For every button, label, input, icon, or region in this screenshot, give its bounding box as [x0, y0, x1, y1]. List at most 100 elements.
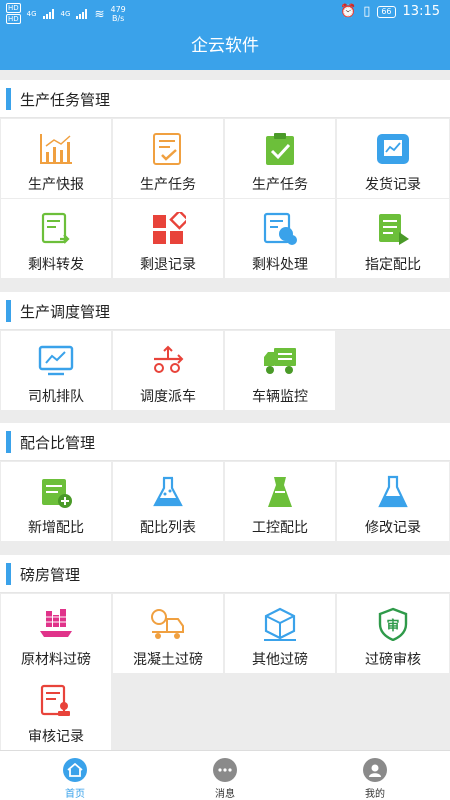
tile-audit-record[interactable]: 审核记录 [1, 671, 111, 750]
alarm-icon: ⏰ [340, 4, 357, 19]
section-title: 磅房管理 [20, 566, 81, 584]
dispatch-icon [154, 345, 184, 373]
tile-label: 生产快报 [28, 177, 84, 193]
battery-indicator: 66 [377, 5, 396, 18]
truck-icon [264, 348, 296, 374]
tile-assign-ratio[interactable]: 指定配比 [337, 199, 449, 278]
tile-concrete-weigh[interactable]: 混凝土过磅 [113, 594, 223, 673]
bar-chart-icon [40, 134, 72, 164]
section-header: 磅房管理 [0, 555, 450, 593]
tile-other-weigh[interactable]: 其他过磅 [225, 594, 335, 673]
svg-text:审: 审 [386, 618, 399, 634]
network-hd-bottom: HD [6, 14, 21, 24]
section-dispatch: 生产调度管理 司机排队 调度派车 车辆监控 [0, 292, 450, 411]
audit-record-icon [40, 684, 70, 716]
tile-production-task-2[interactable]: 生产任务 [225, 119, 335, 198]
add-ratio-icon [42, 479, 72, 508]
tile-dispatch-vehicle[interactable]: 调度派车 [113, 331, 223, 410]
tile-label: 生产任务 [252, 177, 308, 193]
app-title-bar: 企云软件 [0, 26, 450, 70]
tile-ratio-list[interactable]: 配比列表 [113, 462, 223, 541]
nav-profile[interactable]: 我的 [300, 751, 450, 800]
network-speed: 479 B/s [110, 5, 126, 23]
signal-icon-2 [76, 9, 88, 19]
tile-modify-record[interactable]: 修改记录 [337, 462, 449, 541]
section-accent-bar [6, 300, 11, 322]
tile-label: 车辆监控 [252, 389, 308, 405]
section-title: 生产任务管理 [20, 91, 111, 109]
tile-production-task[interactable]: 生产任务 [113, 119, 223, 198]
tile-label: 混凝土过磅 [133, 652, 203, 668]
section-ratio: 配合比管理 新增配比 配比列表 工控配比 修改记录 [0, 423, 450, 542]
task-list-icon [153, 133, 181, 165]
tile-add-ratio[interactable]: 新增配比 [1, 462, 111, 541]
section-weighing: 磅房管理 原材料过磅 混凝土过磅 其他过磅 审 过磅审核 审核记录 [0, 555, 450, 750]
scale-icon [40, 609, 72, 637]
delivery-chart-icon [377, 134, 409, 164]
section-header: 生产任务管理 [0, 80, 450, 118]
tile-label: 原材料过磅 [21, 652, 91, 668]
clock: 13:15 [402, 4, 440, 19]
tile-weigh-audit[interactable]: 审 过磅审核 [337, 594, 449, 673]
section-grid: 司机排队 调度派车 车辆监控 [0, 330, 450, 411]
forward-doc-icon [41, 212, 70, 244]
nav-messages[interactable]: 消息 [150, 751, 300, 800]
tile-return-record[interactable]: 剩退记录 [113, 199, 223, 278]
nav-label: 消息 [215, 789, 235, 800]
tile-leftover-process[interactable]: 剩料处理 [225, 199, 335, 278]
message-icon [213, 758, 237, 782]
profile-icon [363, 758, 387, 782]
section-accent-bar [6, 88, 11, 110]
tile-label: 配比列表 [140, 520, 196, 536]
tile-label: 生产任务 [140, 177, 196, 193]
signal-icon [42, 9, 55, 19]
tile-label: 剩料转发 [28, 257, 84, 273]
page-title: 企云软件 [191, 36, 259, 56]
section-accent-bar [6, 563, 11, 585]
tile-label: 新增配比 [28, 520, 84, 536]
assign-ratio-icon [379, 214, 409, 245]
section-grid: 新增配比 配比列表 工控配比 修改记录 [0, 461, 450, 542]
tile-label: 剩料处理 [252, 257, 308, 273]
tile-label: 发货记录 [365, 177, 421, 193]
flask-icon [153, 476, 183, 507]
beaker-icon [378, 475, 408, 508]
section-production-task: 生产任务管理 生产快报 生产任务 生产任务 发货记录 剩料转发 剩退记录 剩料处… [0, 80, 450, 279]
network-hd-top: HD [6, 3, 21, 13]
tile-label: 过磅审核 [365, 652, 421, 668]
section-grid: 原材料过磅 混凝土过磅 其他过磅 审 过磅审核 审核记录 [0, 593, 450, 750]
section-title: 生产调度管理 [20, 303, 111, 321]
section-header: 配合比管理 [0, 423, 450, 461]
home-icon [63, 758, 87, 782]
status-bar: HD HD 4G 4G ≋ 479 B/s ⏰ ▯ 66 13:15 [0, 0, 450, 26]
tile-label: 修改记录 [365, 520, 421, 536]
tile-leftover-forward[interactable]: 剩料转发 [1, 199, 111, 278]
box-icon [264, 607, 296, 641]
tile-label: 其他过磅 [252, 652, 308, 668]
vibrate-icon: ▯ [363, 4, 371, 19]
nav-home[interactable]: 首页 [0, 751, 150, 800]
tile-label: 指定配比 [365, 257, 421, 273]
network-type-1: 4G [26, 10, 37, 18]
tile-vehicle-monitor[interactable]: 车辆监控 [225, 331, 335, 410]
tile-delivery-record[interactable]: 发货记录 [337, 119, 449, 198]
wifi-icon: ≋ [94, 7, 105, 21]
tile-raw-material-weigh[interactable]: 原材料过磅 [1, 594, 111, 673]
tile-label: 审核记录 [28, 729, 84, 745]
section-grid: 生产快报 生产任务 生产任务 发货记录 剩料转发 剩退记录 剩料处理 指定配比 [0, 118, 450, 279]
section-title: 配合比管理 [20, 434, 96, 452]
tile-label: 剩退记录 [140, 257, 196, 273]
tile-control-ratio[interactable]: 工控配比 [225, 462, 335, 541]
nav-label: 我的 [365, 789, 385, 800]
section-header: 生产调度管理 [0, 292, 450, 330]
blocks-icon [153, 212, 186, 244]
tile-label: 司机排队 [28, 389, 84, 405]
tower-icon [268, 477, 292, 507]
tile-driver-queue[interactable]: 司机排队 [1, 331, 111, 410]
nav-label: 首页 [65, 789, 85, 800]
tile-label: 工控配比 [252, 520, 308, 536]
network-type-2: 4G [60, 10, 71, 18]
bottom-nav: 首页 消息 我的 [0, 750, 450, 800]
tile-production-report[interactable]: 生产快报 [1, 119, 111, 198]
mixer-truck-icon [151, 609, 184, 639]
